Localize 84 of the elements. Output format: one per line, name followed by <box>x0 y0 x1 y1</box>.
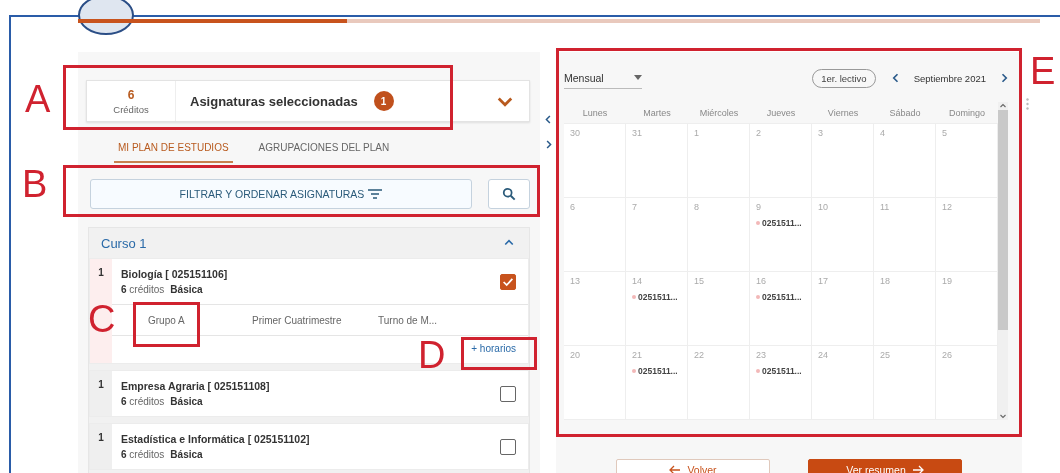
day-number: 2 <box>756 128 762 138</box>
panel-title: Asignaturas seleccionadas <box>190 93 358 109</box>
day-number: 21 <box>632 350 643 360</box>
day-number: 17 <box>818 276 829 286</box>
annotation-letter: D <box>418 336 446 374</box>
subject-name: Estadística e Informática [ 025151102] <box>121 433 311 445</box>
scrollbar[interactable] <box>998 102 1008 420</box>
day-number: 6 <box>570 202 576 212</box>
checkbox[interactable] <box>500 273 516 290</box>
day-number: 10 <box>818 202 829 212</box>
group-cell: Turno de M... <box>378 314 438 326</box>
calendar-event[interactable]: 0251511... <box>756 366 805 376</box>
subject-credits: 6 créditos <box>121 396 165 407</box>
day-number: 15 <box>694 276 705 286</box>
day-number: 7 <box>632 202 638 212</box>
day-number: 18 <box>880 276 891 286</box>
subject-type: Básica <box>170 284 203 295</box>
dropdown-triangle-icon <box>634 74 642 81</box>
filter-sort-button[interactable]: FILTRAR Y ORDENAR ASIGNATURAS <box>90 179 472 209</box>
course-number: 1 <box>90 424 112 469</box>
day-number: 3 <box>818 128 824 138</box>
weekday-header: Jueves <box>750 102 812 124</box>
subject-credits: 6 créditos <box>121 449 165 460</box>
annotation-letter: B <box>22 165 48 203</box>
schedules-link[interactable]: + horarios <box>471 343 516 354</box>
tab[interactable]: AGRUPACIONES DEL PLAN <box>254 136 394 163</box>
subject-type: Básica <box>170 396 203 407</box>
annotation-letter: C <box>88 300 116 338</box>
day-number: 20 <box>570 350 581 360</box>
search-button[interactable] <box>488 179 530 209</box>
day-number: 30 <box>570 128 581 138</box>
subject-name: Empresa Agraria [ 025151108] <box>121 380 271 392</box>
arrow-right-icon <box>911 465 924 473</box>
search-icon <box>502 187 516 201</box>
annotation-frame <box>133 302 200 347</box>
group-cell-text: Grupo A <box>148 314 186 326</box>
weekday-header: Viernes <box>812 102 874 124</box>
weekday-header: Domingo <box>936 102 998 124</box>
checkbox[interactable] <box>500 385 516 402</box>
subject-name: Biología [ 025151106] <box>121 268 229 280</box>
checkbox[interactable] <box>500 438 516 455</box>
day-number: 11 <box>880 202 891 212</box>
arrow-left-icon <box>669 465 682 473</box>
weekday-header: Lunes <box>564 102 626 124</box>
subject-type: Básica <box>170 449 203 460</box>
selected-subjects-panel[interactable]: 6 Créditos Asignaturas seleccionadas 1 <box>86 80 530 122</box>
course-number: 1 <box>90 371 112 416</box>
calendar-event[interactable]: 0251511... <box>632 366 681 376</box>
day-number: 31 <box>632 128 643 138</box>
credits-count: 6 <box>127 87 135 102</box>
annotation-letter: E <box>1030 52 1056 90</box>
scroll-down-icon[interactable] <box>999 412 1007 420</box>
weekday-header: Martes <box>626 102 688 124</box>
calendar-event[interactable]: 0251511... <box>632 292 681 302</box>
month-title: Septiembre 2021 <box>913 72 986 84</box>
credits-label: Créditos <box>113 103 149 115</box>
group-cell-text: Primer Cuatrimestre <box>252 314 343 326</box>
day-number: 12 <box>942 202 953 212</box>
count-badge: 1 <box>373 91 394 111</box>
weekday-header: Sábado <box>874 102 936 124</box>
day-number: 19 <box>942 276 953 286</box>
subject-credits: 6 créditos <box>121 284 165 295</box>
day-number: 1 <box>694 128 700 138</box>
day-number: 25 <box>880 350 891 360</box>
weekday-header: Miércoles <box>688 102 750 124</box>
day-number: 22 <box>694 350 705 360</box>
day-number: 14 <box>632 276 643 286</box>
day-number: 23 <box>756 350 767 360</box>
tab[interactable]: MI PLAN DE ESTUDIOS <box>114 136 233 163</box>
course-title: Curso 1 <box>101 235 147 251</box>
view-dropdown[interactable]: Mensual <box>564 67 642 89</box>
calendar-event[interactable]: 0251511... <box>756 218 805 228</box>
scroll-up-icon[interactable] <box>999 102 1007 110</box>
day-number: 5 <box>942 128 948 138</box>
day-number: 24 <box>818 350 829 360</box>
day-number: 26 <box>942 350 953 360</box>
day-number: 9 <box>756 202 762 212</box>
filter-icon <box>368 189 383 199</box>
day-number: 16 <box>756 276 767 286</box>
day-number: 8 <box>694 202 700 212</box>
day-number: 13 <box>570 276 581 286</box>
annotation-letter: A <box>25 80 51 118</box>
calendar-event[interactable]: 0251511... <box>756 292 805 302</box>
day-number: 4 <box>880 128 886 138</box>
